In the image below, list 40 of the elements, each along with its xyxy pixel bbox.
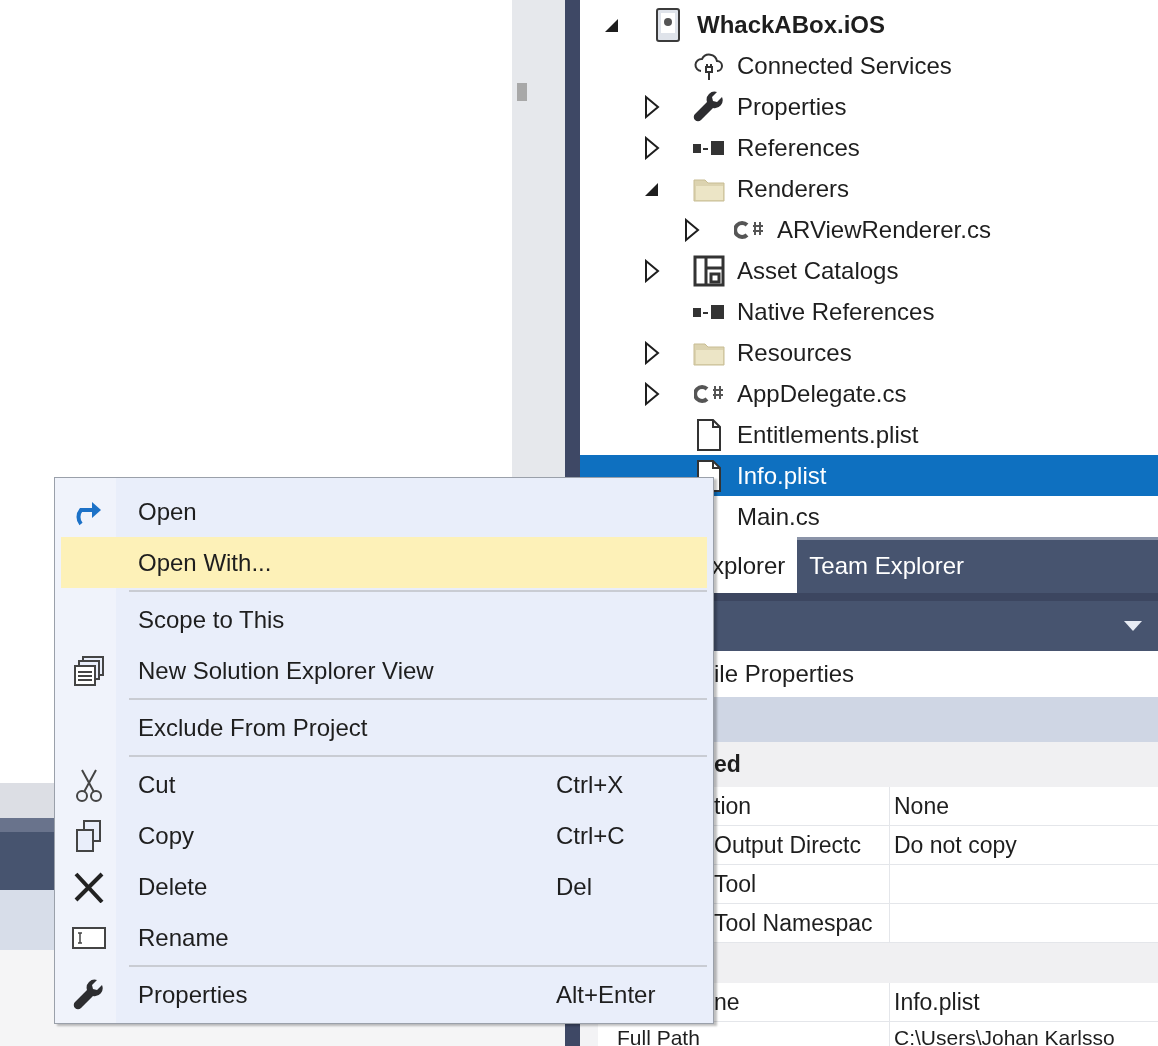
delete-icon — [73, 870, 105, 903]
menu-item[interactable]: Scope to This — [61, 594, 707, 645]
property-value[interactable]: None — [890, 787, 949, 825]
scrollbar-thumb[interactable] — [517, 83, 527, 101]
tree-item[interactable]: Renderers — [580, 168, 1158, 209]
rename-icon — [72, 925, 106, 950]
windows-icon — [73, 654, 105, 687]
property-value[interactable]: Do not copy — [890, 826, 1017, 864]
menu-item[interactable]: Open With... — [61, 537, 707, 588]
reference-icon — [692, 139, 726, 156]
collapsed-arrow-icon[interactable] — [644, 135, 660, 160]
collapsed-arrow-icon[interactable] — [684, 217, 700, 242]
tree-item[interactable]: References — [580, 127, 1158, 168]
catalog-icon — [693, 254, 725, 287]
dropdown-arrow-icon[interactable] — [1124, 621, 1142, 631]
tree-item[interactable]: Resources — [580, 332, 1158, 373]
code-file-icon — [694, 383, 724, 404]
tree-item[interactable]: WhackABox.iOS — [580, 4, 1158, 45]
collapsed-arrow-icon[interactable] — [644, 381, 660, 406]
file-icon — [696, 418, 722, 451]
tab[interactable]: Team Explorer — [797, 537, 977, 593]
wrench-icon — [693, 90, 725, 123]
tree-item[interactable]: Entitlements.plist — [580, 414, 1158, 455]
wrench-icon — [73, 978, 105, 1011]
phone-icon — [655, 7, 683, 42]
reference-icon — [692, 303, 726, 320]
copy-icon — [74, 818, 104, 853]
code-file-icon — [734, 219, 764, 240]
tree-item[interactable]: ARViewRenderer.cs — [580, 209, 1158, 250]
tree-item[interactable]: AppDelegate.cs — [580, 373, 1158, 414]
tree-item[interactable]: Native References — [580, 291, 1158, 332]
collapsed-arrow-icon[interactable] — [644, 258, 660, 283]
property-value[interactable]: C:\Users\Johan Karlsso — [890, 1022, 1115, 1046]
collapsed-arrow-icon[interactable] — [644, 94, 660, 119]
collapsed-arrow-icon[interactable] — [644, 340, 660, 365]
scissors-icon — [74, 767, 104, 802]
tree-item[interactable]: Connected Services — [580, 45, 1158, 86]
tree-item[interactable]: Asset Catalogs — [580, 250, 1158, 291]
tree-item[interactable]: Properties — [580, 86, 1158, 127]
property-value[interactable]: Info.plist — [890, 983, 980, 1021]
